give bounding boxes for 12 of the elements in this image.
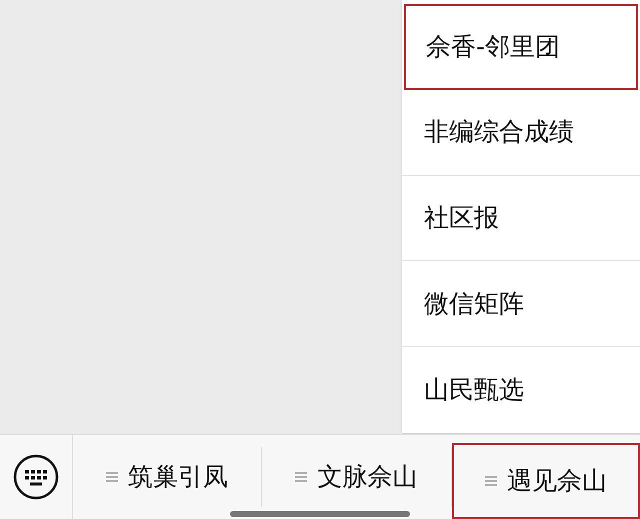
menu-item[interactable]: 社区报: [402, 176, 640, 262]
submenu-icon: [106, 471, 118, 483]
menu-item[interactable]: 佘香-邻里团: [404, 4, 638, 90]
menu-tab[interactable]: 筑巢引凤: [73, 447, 262, 507]
menu-item[interactable]: 微信矩阵: [402, 261, 640, 348]
keyboard-icon[interactable]: [13, 454, 59, 500]
menu-tab[interactable]: 遇见佘山: [452, 443, 640, 519]
menu-item[interactable]: 山民甄选: [402, 347, 640, 433]
menu-item[interactable]: 非编综合成绩: [402, 90, 640, 176]
menu-tab[interactable]: 文脉佘山: [262, 447, 452, 507]
submenu-icon: [295, 471, 308, 483]
submenu-icon: [484, 475, 497, 487]
